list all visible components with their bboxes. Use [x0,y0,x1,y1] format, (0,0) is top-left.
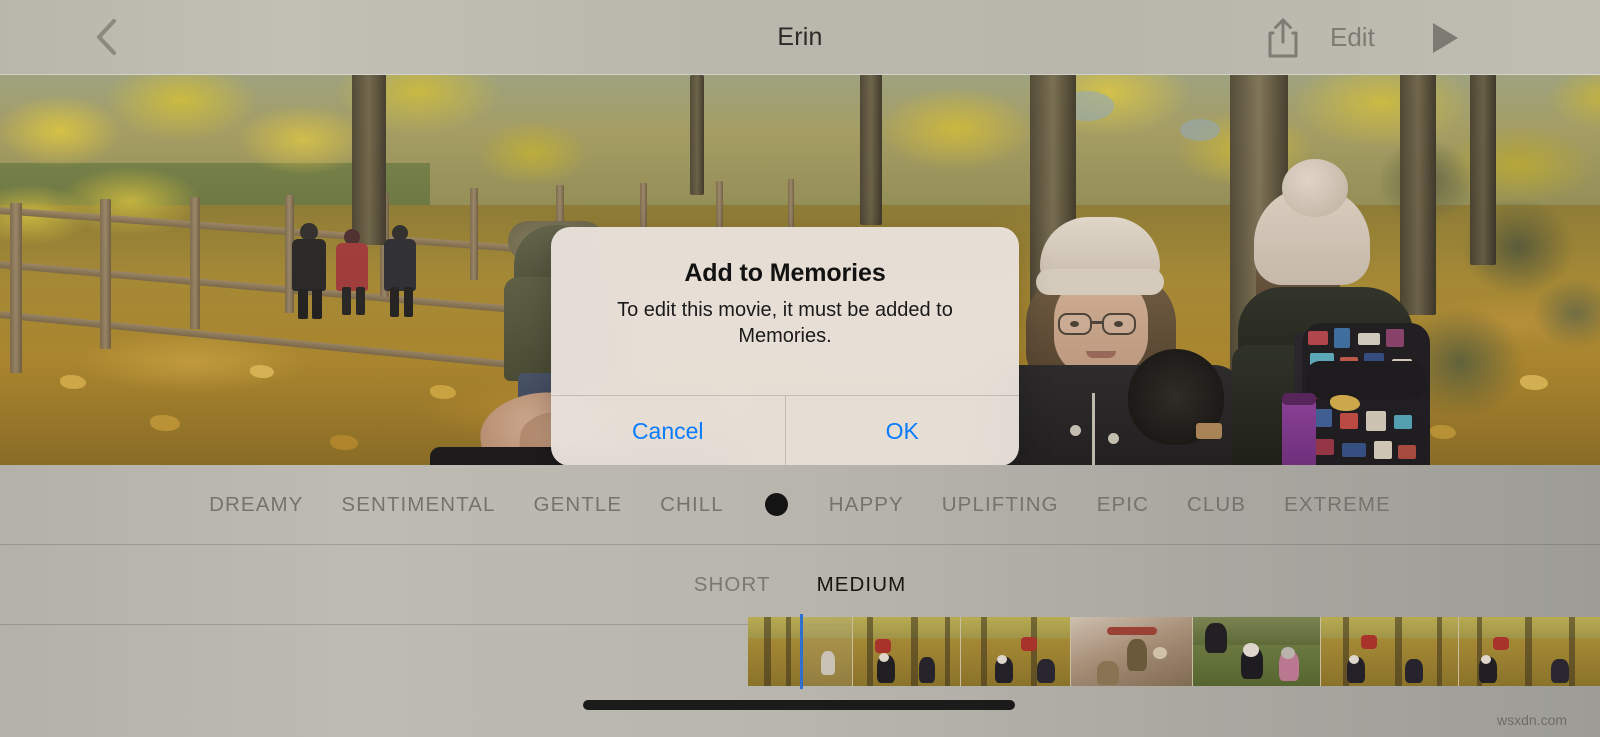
filmstrip-frame[interactable] [800,617,852,686]
home-indicator[interactable] [583,700,1015,710]
mood-option-gentle[interactable]: GENTLE [515,493,642,517]
length-option-medium[interactable]: MEDIUM [794,573,930,597]
navigation-bar: Erin Edit [0,0,1600,75]
dialog-message: To edit this movie, it must be added to … [617,299,953,348]
mood-option-extreme[interactable]: EXTREME [1265,493,1410,517]
length-option-short[interactable]: SHORT [671,573,794,597]
play-button[interactable] [1428,21,1462,55]
dialog-title: Add to Memories [684,259,886,287]
filmstrip-frame[interactable] [1192,617,1320,686]
mood-option-club[interactable]: CLUB [1168,493,1265,517]
mood-selector: DREAMY SENTIMENTAL GENTLE CHILL HAPPY UP… [0,465,1600,545]
edit-button[interactable]: Edit [1330,0,1375,75]
mood-option-epic[interactable]: EPIC [1078,493,1168,517]
length-selector: SHORT MEDIUM [0,545,1600,625]
filmstrip-frame[interactable] [1070,617,1192,686]
filmstrip-frame[interactable] [852,617,960,686]
editor-controls: DREAMY SENTIMENTAL GENTLE CHILL HAPPY UP… [0,465,1600,737]
filmstrip-frame[interactable] [960,617,1070,686]
mood-option-dreamy[interactable]: DREAMY [190,493,322,517]
mood-selected-indicator[interactable] [764,493,788,516]
dialog-actions: Cancel OK [551,395,1019,466]
share-icon [1268,18,1298,58]
filmstrip-frame[interactable] [1458,617,1600,686]
filmstrip-frame[interactable] [1320,617,1458,686]
filmstrip-frame[interactable] [748,617,800,686]
mood-option-happy[interactable]: HAPPY [810,493,923,517]
dialog-body: Add to Memories To edit this movie, it m… [551,227,1019,350]
cancel-button[interactable]: Cancel [551,396,785,466]
ok-button[interactable]: OK [784,396,1020,466]
mood-option-sentimental[interactable]: SENTIMENTAL [322,493,514,517]
mood-option-uplifting[interactable]: UPLIFTING [923,493,1078,517]
play-icon [1433,23,1458,53]
mood-option-chill[interactable]: CHILL [641,493,743,517]
add-to-memories-dialog: Add to Memories To edit this movie, it m… [551,227,1019,466]
share-button[interactable] [1263,15,1303,61]
watermark: wsxdn.com [1497,712,1568,728]
timeline-playhead[interactable] [800,614,803,689]
timeline-filmstrip[interactable] [748,617,1600,686]
